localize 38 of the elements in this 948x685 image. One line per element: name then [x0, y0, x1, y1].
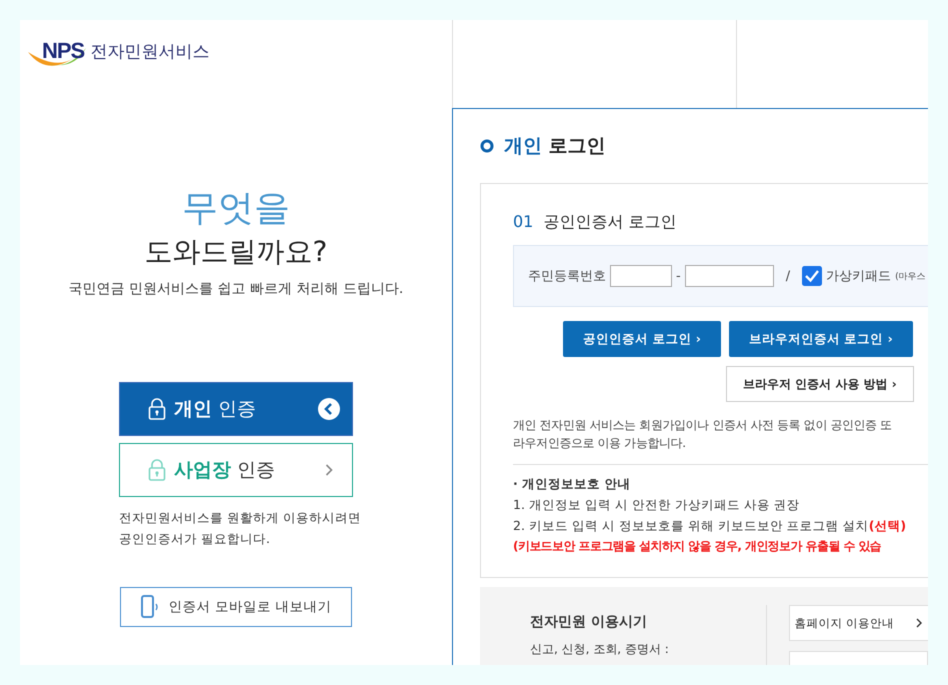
login-button[interactable]: 공인인증서 로그인 ›	[563, 321, 721, 357]
hours-text: 신고, 신청, 조회, 증명서 :	[530, 641, 670, 658]
privacy-item: 2. 키보드 입력 시 정보보호를 위해 키보드보안 프로그램 설치(선택)	[513, 517, 908, 535]
guide-button[interactable]: 홈페이지 이용안내	[789, 605, 928, 641]
logo-service-name: 전자민원서비스	[90, 40, 210, 62]
login-title: 개인 로그인	[504, 134, 606, 159]
hero-subtitle: 도와드릴까요?	[144, 234, 328, 270]
slash: /	[786, 268, 790, 284]
login-description: 개인 전자민원 서비스는 회원가입이나 인증서 사전 등록 없이 공인인증 또 라우저인증으로 이용 가능합니다.	[513, 417, 893, 452]
chevron-left-circle-icon	[318, 398, 340, 420]
chevron-right-icon	[916, 618, 922, 628]
bullet-ring-icon	[480, 139, 494, 153]
padlock-icon	[148, 459, 166, 481]
login-button[interactable]: 브라우저인증서 로그인 ›	[728, 321, 913, 357]
mobile-export-button[interactable]: 인증서 모바일로 내보내기	[120, 587, 352, 627]
hours-title: 전자민원 이용시기	[530, 613, 648, 631]
id-front-field[interactable]	[610, 265, 672, 287]
keypad-note: (마우스	[895, 270, 926, 282]
chevron-right-icon	[325, 464, 333, 476]
hero-description: 국민연금 민원서비스를 쉽고 빠르게 처리해 드립니다.	[68, 280, 404, 298]
mobile-phone-icon	[140, 595, 159, 619]
logo-mark: NPS	[42, 38, 84, 64]
privacy-item: 1. 개인정보 입력 시 안전한 가상키패드 사용 권장	[513, 496, 801, 514]
keypad-label: 가상키패드	[826, 268, 892, 285]
section-title: 공인인증서 로그인	[543, 212, 676, 233]
privacy-warning: (키보드보안 프로그램을 설치하지 않을 경우, 개인정보가 유출될 수 있습	[513, 538, 882, 555]
hero-title: 무엇을	[180, 187, 291, 231]
auth-note: 전자민원서비스를 원활하게 이용하시려면 공인인증서가 필요합니다.	[119, 509, 361, 548]
privacy-title: · 개인정보보호 안내	[513, 475, 632, 493]
section-number: 01	[513, 212, 534, 233]
keypad-checkbox[interactable]	[802, 266, 822, 286]
auth-tab[interactable]: 사업장 인증	[119, 443, 353, 497]
padlock-icon	[148, 398, 166, 420]
auth-tab[interactable]: 개인 인증	[119, 382, 353, 436]
help-button[interactable]: 브라우저 인증서 사용 방법 ›	[726, 366, 914, 402]
id-label: 주민등록번호	[528, 268, 606, 285]
separator: -	[676, 268, 681, 284]
id-back-field[interactable]	[684, 265, 774, 287]
